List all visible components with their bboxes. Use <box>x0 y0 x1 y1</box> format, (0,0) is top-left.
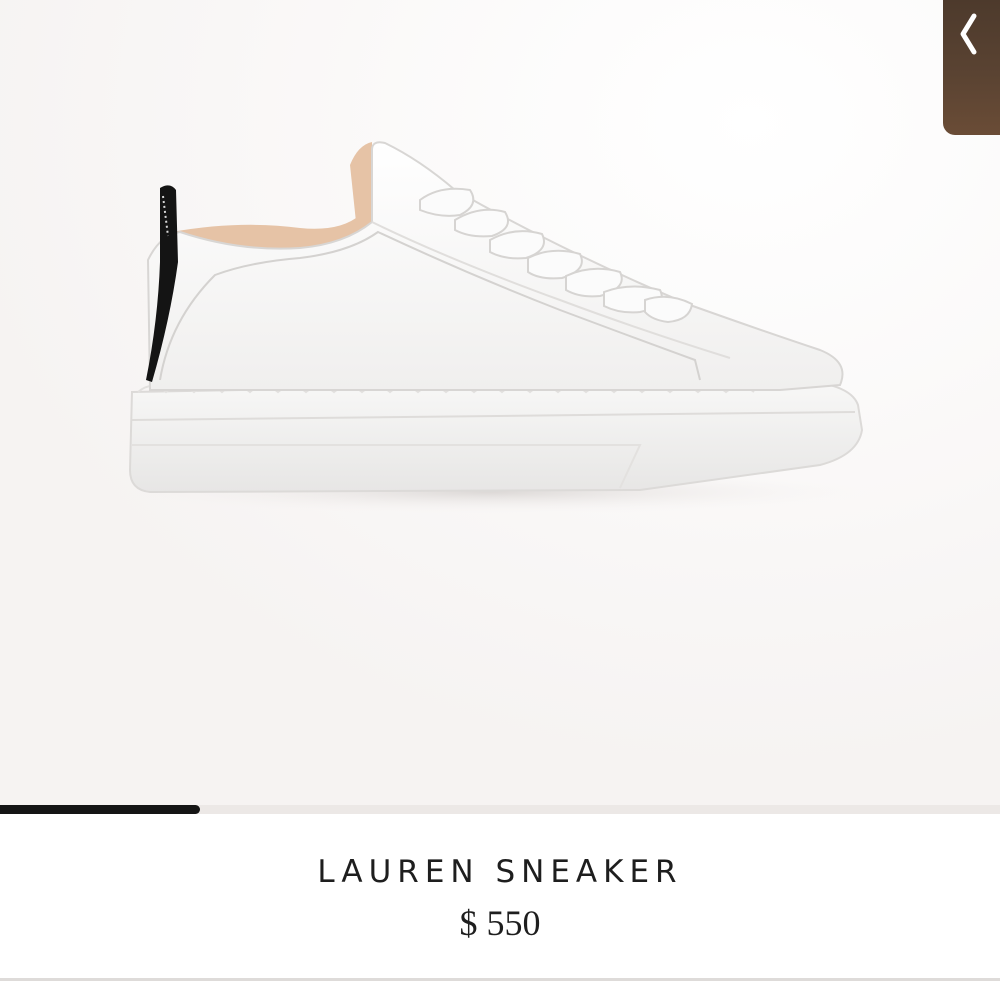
product-info: LAUREN SNEAKER $ 550 <box>0 814 1000 1000</box>
product-page: LAUREN SNEAKER $ 550 <box>0 0 1000 1000</box>
chevron-left-icon <box>960 13 977 55</box>
product-image <box>0 0 1000 812</box>
bottom-divider <box>0 978 1000 981</box>
product-price: $ 550 <box>459 903 541 943</box>
gallery-progress-fill <box>0 805 200 814</box>
gallery-progress-bar <box>0 805 1000 814</box>
product-gallery[interactable] <box>0 0 1000 812</box>
product-name: LAUREN SNEAKER <box>317 854 683 890</box>
previous-image-button[interactable] <box>943 0 1000 135</box>
